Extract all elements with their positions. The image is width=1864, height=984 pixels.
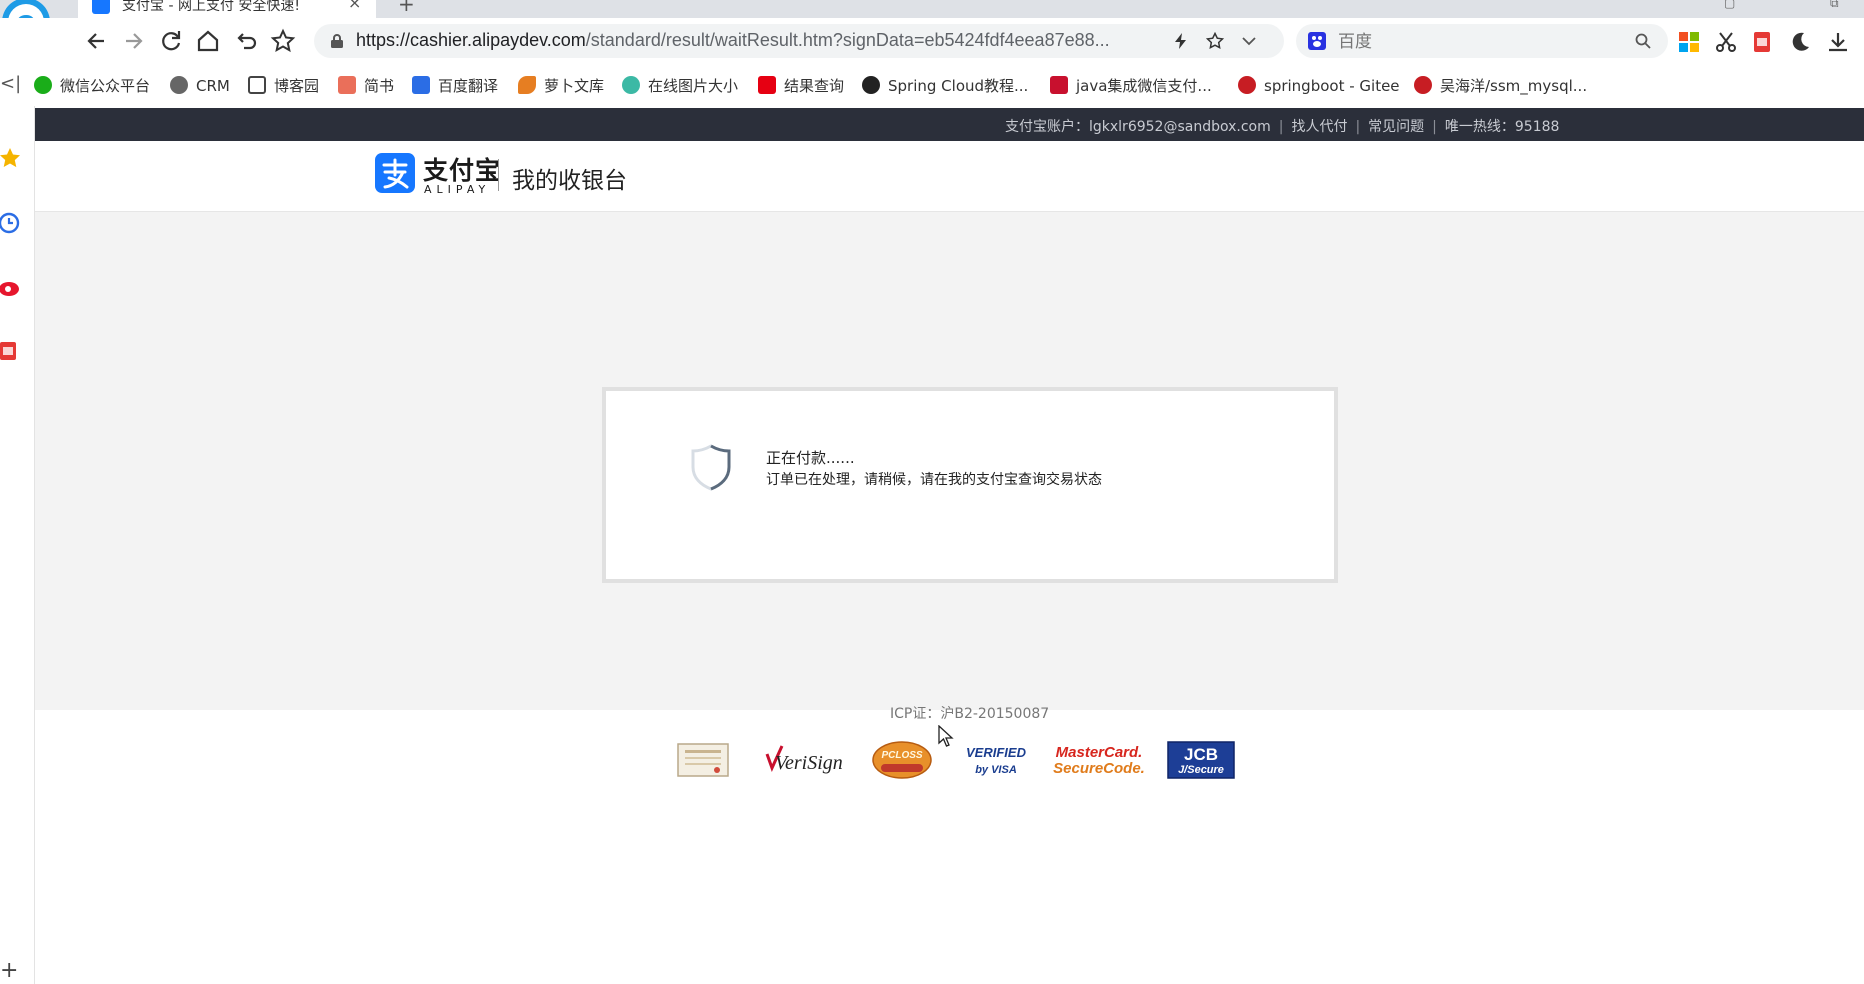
jcb-jsecure-badge[interactable]: JCB J/Secure xyxy=(1167,740,1235,780)
window-restore-icon[interactable]: ▢ xyxy=(1724,0,1735,10)
svg-text:PCLOSS: PCLOSS xyxy=(881,750,922,761)
header-divider xyxy=(498,159,499,191)
bookmark-jianshu[interactable]: 简书 xyxy=(338,76,394,96)
favorite-star-icon[interactable] xyxy=(268,26,298,56)
jianshu-icon xyxy=(338,76,356,94)
separator: | xyxy=(1355,119,1361,135)
bookmarks-collapse-icon[interactable]: <| xyxy=(0,74,21,94)
bookmark-java-wechat-pay[interactable]: java集成微信支付... xyxy=(1050,76,1212,96)
scissors-icon[interactable] xyxy=(1714,30,1738,54)
pay-for-me-link[interactable]: 找人代付 xyxy=(1291,119,1347,135)
bookmark-spring-cloud[interactable]: Spring Cloud教程... xyxy=(862,76,1028,96)
svg-text:J/Secure: J/Secure xyxy=(1178,764,1224,776)
home-icon[interactable] xyxy=(193,26,223,56)
apps-grid-icon[interactable] xyxy=(1677,30,1701,54)
lock-icon[interactable] xyxy=(330,33,344,49)
cashier-header: 支付宝 ALIPAY 我的收银台 xyxy=(35,141,1864,212)
bookmark-ssm-mysql[interactable]: 吴海洋/ssm_mysql... xyxy=(1414,76,1587,96)
undo-close-tab-icon[interactable] xyxy=(231,26,261,56)
bookmark-cnblogs[interactable]: 博客园 xyxy=(248,76,319,96)
back-icon[interactable] xyxy=(82,26,112,56)
alipay-logo-subtext: ALIPAY xyxy=(424,183,491,196)
browser-tab-active[interactable]: 支付宝 - 网上支付 安全快速! × xyxy=(78,0,376,18)
payment-status-card: 正在付款...... 订单已在处理，请稍候，请在我的支付宝查询交易状态 xyxy=(602,387,1338,583)
icp-license[interactable]: ICP证：沪B2-20150087 xyxy=(890,703,1049,723)
svg-text:VERIFIED: VERIFIED xyxy=(966,745,1027,760)
hotline-text: 唯一热线：95188 xyxy=(1444,119,1560,135)
security-badges: VeriSign PCLOSS VERIFIED by VISA MasterC… xyxy=(35,740,1864,792)
verified-by-visa-badge[interactable]: VERIFIED by VISA xyxy=(963,740,1029,780)
lightning-icon[interactable] xyxy=(1172,32,1190,50)
side-panel-add-icon[interactable]: + xyxy=(0,958,18,983)
search-icon[interactable] xyxy=(1634,32,1652,50)
download-icon[interactable] xyxy=(1826,30,1850,54)
reload-icon[interactable] xyxy=(156,26,186,56)
svg-text:SecureCode.: SecureCode. xyxy=(1053,760,1145,777)
search-box[interactable] xyxy=(1296,24,1668,58)
bookmark-luobo-wenku[interactable]: 萝卜文库 xyxy=(518,76,604,96)
favorites-star-icon[interactable] xyxy=(0,146,26,172)
moon-icon[interactable] xyxy=(1788,30,1812,54)
separator: | xyxy=(1432,119,1437,135)
content-area: 正在付款...... 订单已在处理，请稍候，请在我的支付宝查询交易状态 ICP证… xyxy=(35,212,1864,779)
chevron-down-icon[interactable] xyxy=(1240,32,1258,50)
wechat-icon xyxy=(34,76,52,94)
mastercard-securecode-badge[interactable]: MasterCard. SecureCode. xyxy=(1051,740,1147,780)
bookmark-springboot-gitee[interactable]: springboot - Gitee xyxy=(1238,76,1400,96)
document-icon[interactable] xyxy=(0,338,26,364)
csdn-icon xyxy=(1050,76,1068,94)
account-info: 支付宝账户：lgkxlr6952@sandbox.com xyxy=(1005,119,1271,135)
weibo-icon[interactable] xyxy=(0,274,26,300)
alipay-favicon-icon xyxy=(92,0,110,14)
gitee-icon xyxy=(1414,76,1432,94)
account-top-bar: 支付宝账户：lgkxlr6952@sandbox.com | 找人代付 | 常见问题 | 唯… xyxy=(35,108,1864,141)
globe-icon xyxy=(170,76,188,94)
tab-title: 支付宝 - 网上支付 安全快速! xyxy=(122,0,301,14)
mouse-cursor-icon xyxy=(938,725,954,747)
bookmark-wechat-mp[interactable]: 微信公众平台 xyxy=(34,76,150,96)
history-clock-icon[interactable] xyxy=(0,210,26,236)
page-title: 我的收银台 xyxy=(512,168,627,194)
address-bar[interactable]: https://cashier.alipaydev.com/standard/r… xyxy=(314,24,1284,58)
status-title: 正在付款...... xyxy=(766,449,855,467)
search-input[interactable] xyxy=(1336,28,1620,56)
bookmark-image-resize[interactable]: 在线图片大小 xyxy=(622,76,738,96)
flower-icon xyxy=(622,76,640,94)
svg-text:by VISA: by VISA xyxy=(975,764,1017,776)
faq-link[interactable]: 常见问题 xyxy=(1368,119,1424,135)
forward-icon[interactable] xyxy=(118,26,148,56)
browser-toolbar: https://cashier.alipaydev.com/standard/r… xyxy=(0,18,1864,66)
bookmarks-bar: <| 微信公众平台 CRM 博客园 简书 百度翻译 萝卜文库 在线图片大小 结果… xyxy=(0,66,1864,106)
web-page: 支付宝账户：lgkxlr6952@sandbox.com | 找人代付 | 常见问题 | 唯… xyxy=(35,108,1864,984)
alipay-logo-icon[interactable] xyxy=(375,153,419,197)
separator: | xyxy=(1278,119,1284,135)
pdf-icon[interactable] xyxy=(1750,30,1774,54)
pcloss-badge[interactable]: PCLOSS xyxy=(871,740,933,780)
bookmark-crm[interactable]: CRM xyxy=(170,76,230,96)
shield-loading-icon xyxy=(691,444,731,491)
bookmark-result-query[interactable]: 结果查询 xyxy=(758,76,844,96)
tab-close-icon[interactable]: × xyxy=(348,0,361,12)
url-text[interactable]: https://cashier.alipaydev.com/standard/r… xyxy=(356,30,1110,51)
cnblogs-icon xyxy=(248,76,266,94)
svg-text:VeriSign: VeriSign xyxy=(775,752,843,774)
svg-text:JCB: JCB xyxy=(1184,745,1218,764)
gitee-icon xyxy=(1238,76,1256,94)
status-description: 订单已在处理，请稍候，请在我的支付宝查询交易状态 xyxy=(766,472,1102,488)
number-five-icon xyxy=(758,76,776,94)
tab-strip: 支付宝 - 网上支付 安全快速! × + ▢ ⧉ xyxy=(0,0,1864,18)
translate-icon xyxy=(412,76,430,94)
svg-text:MasterCard.: MasterCard. xyxy=(1056,744,1143,761)
bookmark-baidu-translate[interactable]: 百度翻译 xyxy=(412,76,498,96)
bookmark-star-icon[interactable] xyxy=(1206,32,1224,50)
browser-side-panel xyxy=(0,106,35,984)
certificate-badge-icon[interactable] xyxy=(677,740,729,780)
new-tab-button[interactable]: + xyxy=(398,0,415,16)
verisign-badge[interactable]: VeriSign xyxy=(763,740,849,780)
alipay-logo-text: 支付宝 xyxy=(423,156,502,185)
baidu-paw-icon xyxy=(1308,32,1326,50)
window-maximize-icon[interactable]: ⧉ xyxy=(1830,0,1839,11)
github-icon xyxy=(862,76,880,94)
carrot-icon xyxy=(518,76,536,94)
